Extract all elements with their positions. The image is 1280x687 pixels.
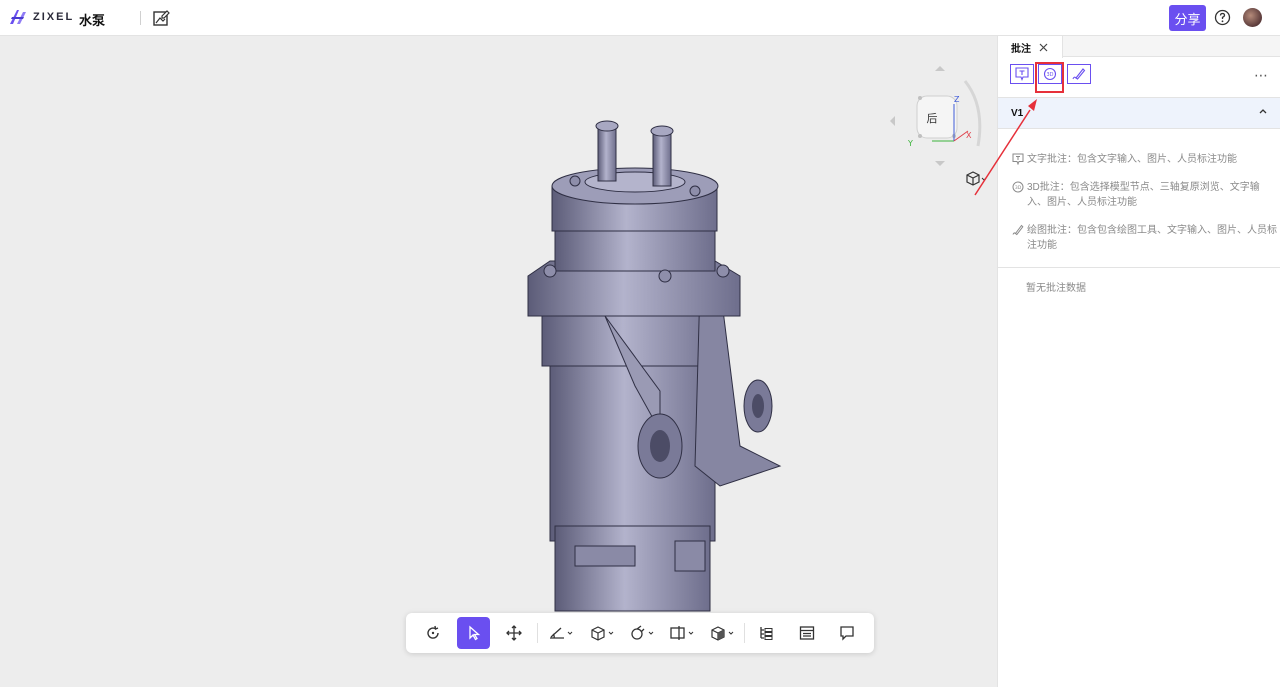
properties-button[interactable] [794, 617, 820, 649]
share-button[interactable]: 分享 [1169, 5, 1206, 31]
toolbar-divider [537, 623, 538, 643]
move-icon [506, 625, 522, 641]
help-text: 3D批注：包含选择模型节点、三轴复原浏览、文字输入、图片、人员标注功能 [1027, 182, 1260, 208]
comment-icon [840, 626, 854, 641]
edit-image-icon[interactable] [152, 9, 170, 27]
draw-annotation-button[interactable] [1067, 64, 1091, 84]
bottom-toolbar [406, 613, 874, 653]
red-arrow-icon [974, 99, 1037, 196]
measure-tool-button[interactable] [546, 617, 576, 649]
compare-tool-button[interactable] [667, 617, 697, 649]
zixel-logo[interactable]: ZIXEL [8, 8, 74, 26]
explode-icon [631, 625, 654, 640]
axis-y-label: Y [907, 139, 913, 148]
toolbar-divider [744, 623, 745, 643]
divider [998, 267, 1280, 268]
panel-tab-bar: 批注 [998, 36, 1280, 58]
more-options-button[interactable]: ⋯ [1254, 67, 1269, 84]
logo-text: ZIXEL [33, 11, 75, 23]
tab-annotations[interactable]: 批注 [998, 36, 1063, 58]
select-tool-button[interactable] [457, 617, 490, 649]
user-avatar[interactable] [1243, 8, 1262, 27]
help-text: 文字批注：包含文字输入、图片、人员标注功能 [1027, 154, 1237, 165]
rotate-icon [427, 625, 439, 639]
section-tool-button[interactable] [587, 617, 617, 649]
model-tree-button[interactable] [753, 617, 779, 649]
comments-button[interactable] [834, 617, 860, 649]
help-text: 绘图批注：包含包含绘图工具、文字输入、图片、人员标注功能 [1027, 225, 1277, 251]
help-text-annotation: 文字批注：包含文字输入、图片、人员标注功能 [1012, 152, 1277, 167]
zixel-logo-icon [10, 10, 26, 24]
properties-icon [799, 626, 815, 640]
help-draw-annotation: 绘图批注：包含包含绘图工具、文字输入、图片、人员标注功能 [1012, 223, 1277, 253]
section-cube-icon [591, 626, 614, 641]
draw-annotation-icon [1012, 224, 1024, 236]
text-annotation-button[interactable] [1010, 64, 1034, 84]
split-view-icon [670, 626, 694, 640]
help-3d-annotation: 3D 3D批注：包含选择模型节点、三轴复原浏览、文字输入、图片、人员标注功能 [1012, 180, 1277, 210]
axis-z-label: Z [954, 95, 960, 104]
tree-icon [760, 627, 773, 640]
3d-viewport[interactable]: 后 Z Y X [0, 36, 997, 687]
explode-tool-button[interactable] [627, 617, 657, 649]
pan-tool-button[interactable] [501, 617, 527, 649]
tab-label: 批注 [1011, 43, 1031, 55]
render-mode-icon [711, 626, 734, 641]
help-icon[interactable] [1214, 9, 1231, 26]
top-bar: ZIXEL 水泵 分享 [0, 0, 1280, 36]
divider [140, 11, 141, 25]
draw-annotation-icon [1072, 68, 1086, 80]
measure-icon [550, 627, 573, 639]
rotate-tool-button[interactable] [420, 617, 446, 649]
document-title: 水泵 [79, 13, 106, 28]
cursor-icon [468, 625, 480, 641]
water-pump-3d-model[interactable] [520, 86, 790, 616]
text-annotation-icon [1015, 67, 1029, 81]
display-mode-button[interactable] [707, 617, 737, 649]
close-icon[interactable] [1039, 43, 1048, 52]
highlight-box [1035, 62, 1064, 93]
empty-state-text: 暂无批注数据 [1026, 283, 1086, 294]
chevron-up-icon[interactable] [1257, 105, 1269, 117]
nav-cube-face-label: 后 [927, 112, 938, 125]
